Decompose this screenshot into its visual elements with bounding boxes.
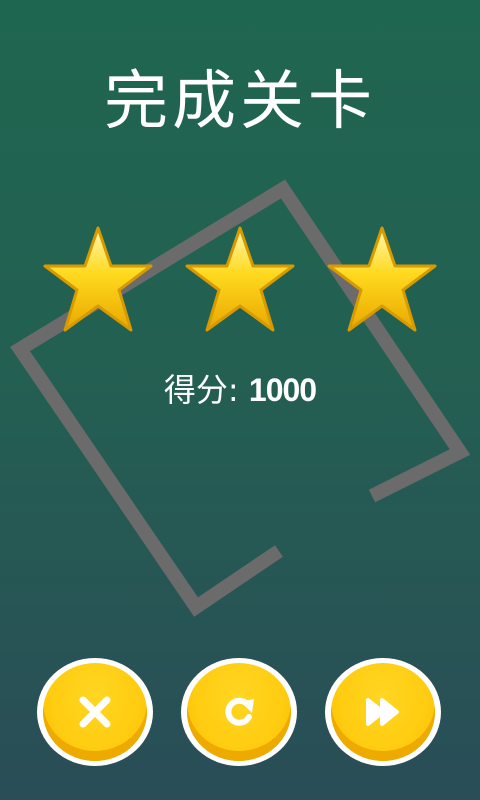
score-display: 得分: 1000 xyxy=(0,368,480,412)
score-label: 得分: xyxy=(163,371,249,409)
next-level-button[interactable] xyxy=(325,658,441,766)
star-icon xyxy=(325,224,439,334)
close-icon xyxy=(79,696,111,728)
fast-forward-icon xyxy=(366,698,399,726)
level-complete-screen: 完成关卡 得分: 1000 xyxy=(0,0,480,800)
page-title: 完成关卡 xyxy=(104,65,376,139)
star-rating xyxy=(0,220,480,340)
score-value: 1000 xyxy=(248,372,317,408)
replay-button[interactable] xyxy=(181,658,297,766)
replay-icon xyxy=(225,697,254,726)
close-button[interactable] xyxy=(37,658,153,766)
star-icon xyxy=(183,224,297,334)
star-icon xyxy=(41,224,155,334)
